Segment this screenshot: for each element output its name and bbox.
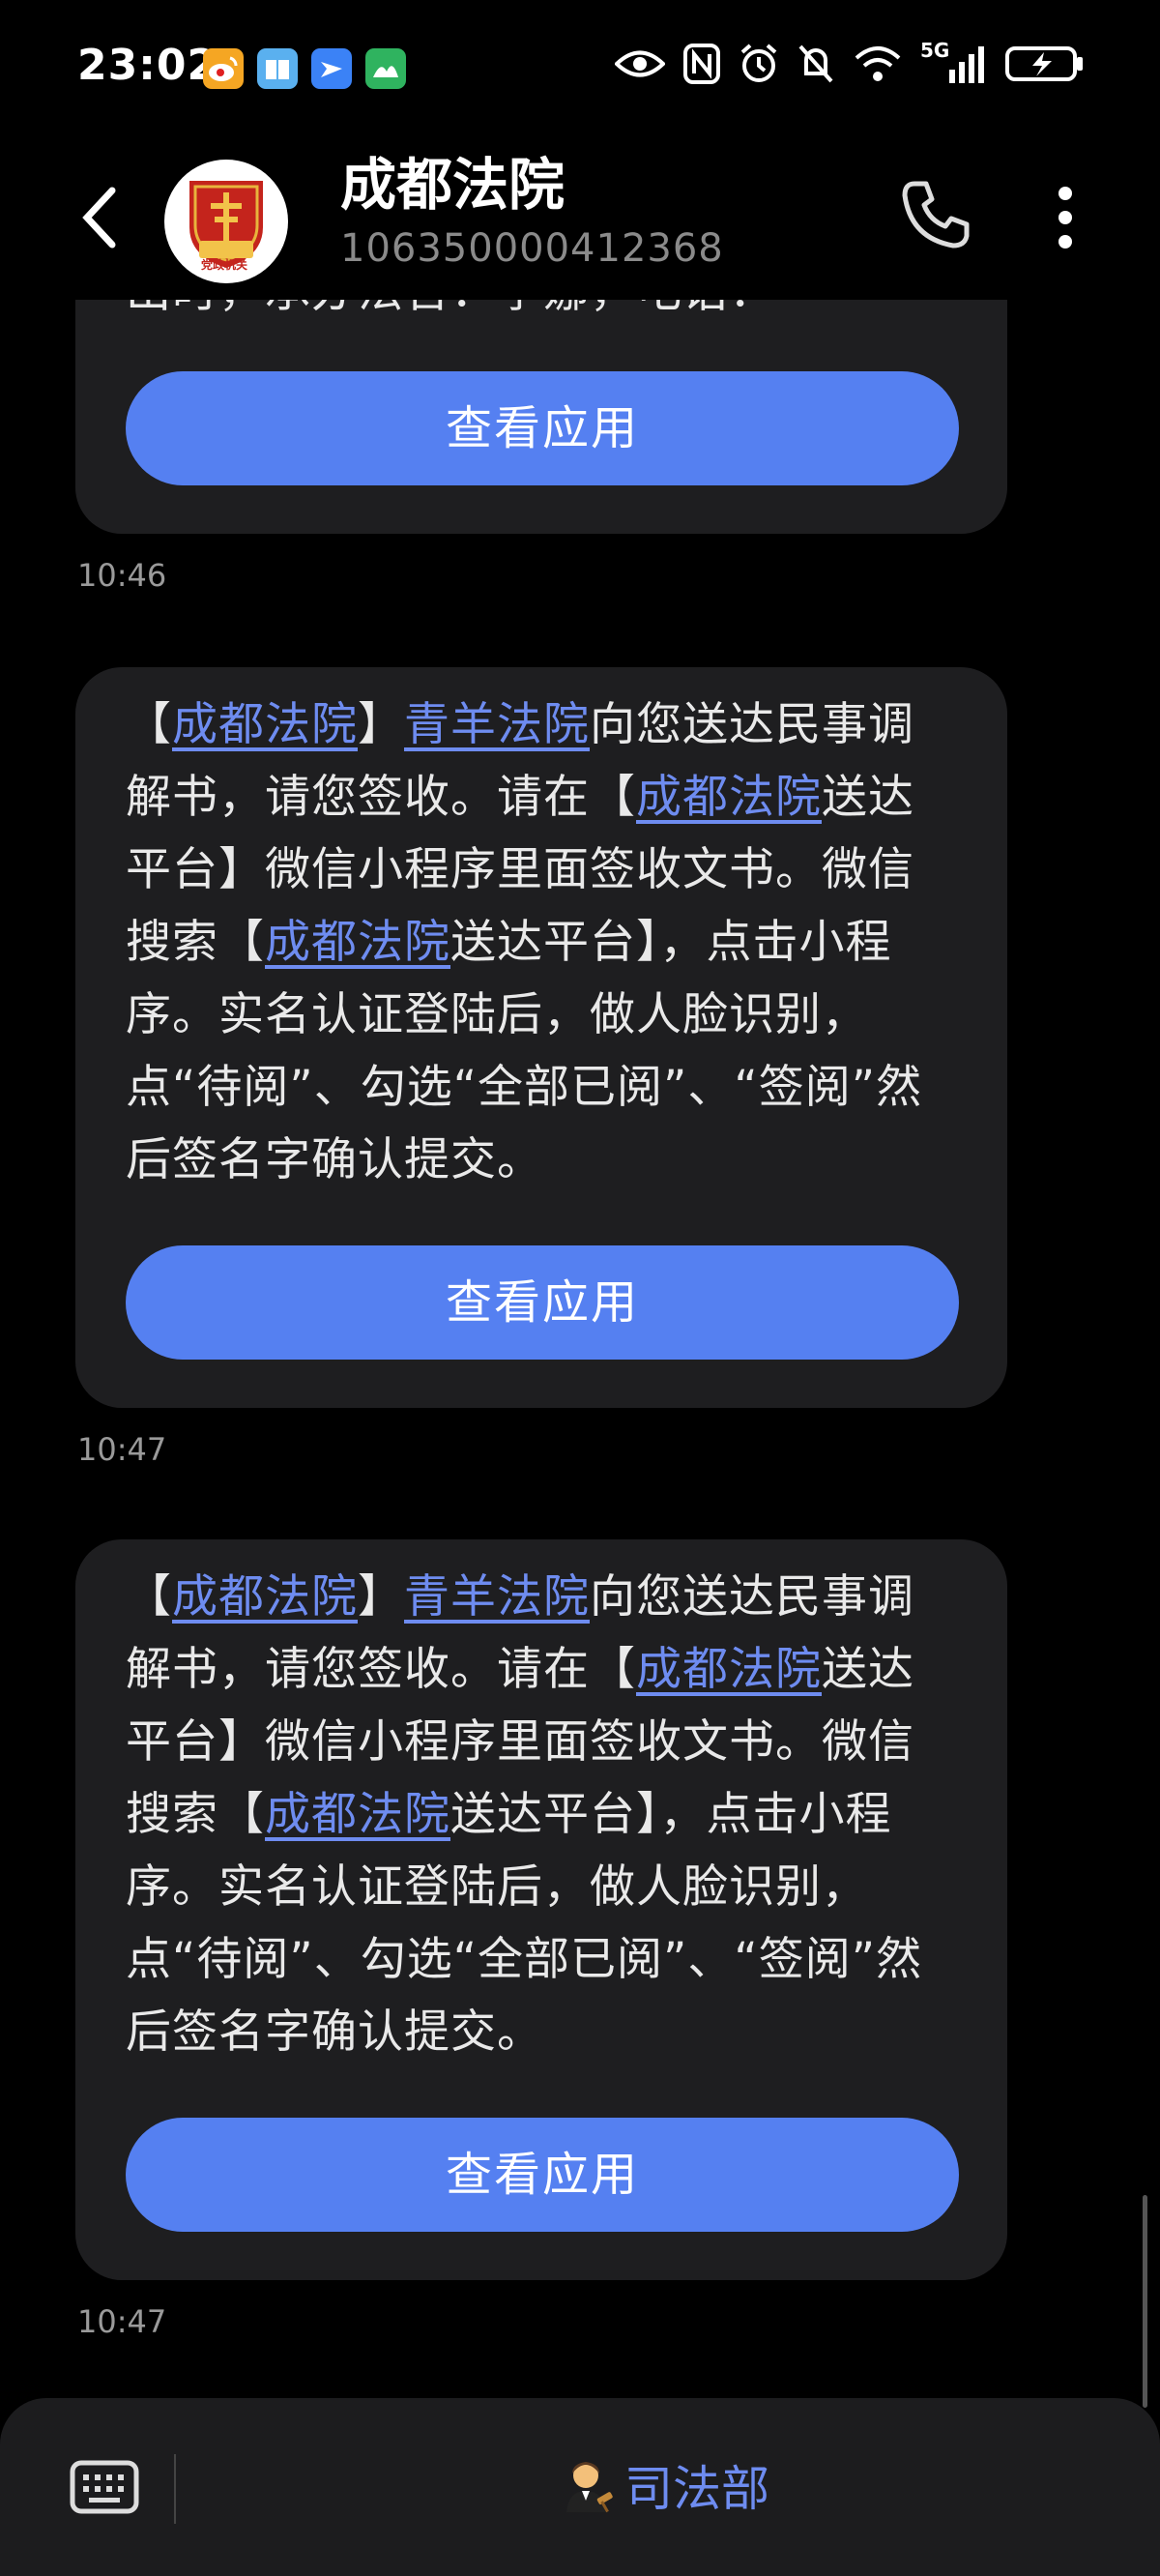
message-timestamp: 10:47 (77, 1431, 167, 1468)
court-link[interactable]: 成都法院 (265, 916, 450, 969)
notification-icons (203, 48, 406, 89)
avatar-caption: 党政机关 (201, 258, 248, 272)
reader-app-icon (257, 48, 298, 89)
more-options-button[interactable] (1044, 174, 1087, 261)
message-bubble: 【成都法院】青羊法院向您送达民事调解书，请您签收。请在【成都法院送达平台】微信小… (75, 1539, 1007, 2280)
mute-icon (798, 44, 833, 83)
contact-name: 成都法院 (340, 152, 566, 218)
court-link[interactable]: 成都法院 (636, 771, 822, 824)
message-text: 【成都法院】青羊法院向您送达民事调解书，请您签收。请在【成都法院送达平台】微信小… (126, 667, 957, 1196)
call-button[interactable] (897, 176, 974, 253)
signature-label: 司法部 (624, 2461, 769, 2517)
eye-icon (615, 50, 665, 77)
weibo-app-icon (203, 48, 244, 89)
judge-emoji-icon (566, 2462, 613, 2513)
view-app-button[interactable]: 查看应用 (126, 2118, 959, 2232)
court-link[interactable]: 成都法院 (172, 698, 358, 751)
message-text: 【成都法院】青羊法院向您送达民事调解书，请您签收。请在【成都法院送达平台】微信小… (126, 1539, 957, 2068)
gov-app-icon (365, 48, 406, 89)
view-app-button[interactable]: 查看应用 (126, 371, 959, 485)
court-link[interactable]: 成都法院 (172, 1570, 358, 1624)
nfc-icon (683, 44, 720, 84)
signal-icon: 5G (920, 39, 988, 85)
message-timestamp: 10:47 (77, 2303, 167, 2340)
phone-icon (902, 181, 970, 249)
alarm-icon (740, 44, 777, 82)
message-timestamp: 10:46 (77, 557, 167, 594)
chevron-left-icon (82, 187, 116, 249)
text-segment: 】 (358, 698, 404, 751)
court-link[interactable]: 成都法院 (265, 1788, 450, 1841)
system-status-icons: 5G (615, 39, 1085, 85)
feishu-app-icon (311, 48, 352, 89)
keyboard-button[interactable] (70, 2460, 139, 2514)
contact-number: 106350000412368 (340, 226, 724, 271)
scrollbar[interactable] (1143, 2195, 1147, 2408)
keyboard-icon (70, 2460, 139, 2514)
back-button[interactable] (75, 179, 124, 256)
text-segment: 【 (126, 1570, 172, 1624)
message-bubble: 【成都法院】青羊法院向您送达民事调解书，请您签收。请在【成都法院送达平台】微信小… (75, 667, 1007, 1408)
court-link[interactable]: 青羊法院 (404, 698, 590, 751)
battery-icon (1005, 46, 1083, 81)
status-time: 23:02 (77, 41, 218, 90)
wifi-icon (855, 46, 901, 81)
status-bar: 23:02 5G (0, 0, 1160, 135)
more-vertical-icon (1058, 187, 1072, 249)
bottom-bar: 司法部 (0, 2398, 1160, 2576)
conversation-header: 党政机关 成都法院 106350000412368 (0, 135, 1160, 300)
contact-avatar[interactable]: 党政机关 (164, 160, 288, 283)
sim-signature-button[interactable]: 司法部 (559, 2450, 769, 2520)
text-segment: 【 (126, 698, 172, 751)
court-link[interactable]: 青羊法院 (404, 1570, 590, 1624)
view-app-button[interactable]: 查看应用 (126, 1245, 959, 1360)
court-link[interactable]: 成都法院 (636, 1643, 822, 1696)
text-segment: 】 (358, 1570, 404, 1624)
divider (174, 2454, 176, 2524)
